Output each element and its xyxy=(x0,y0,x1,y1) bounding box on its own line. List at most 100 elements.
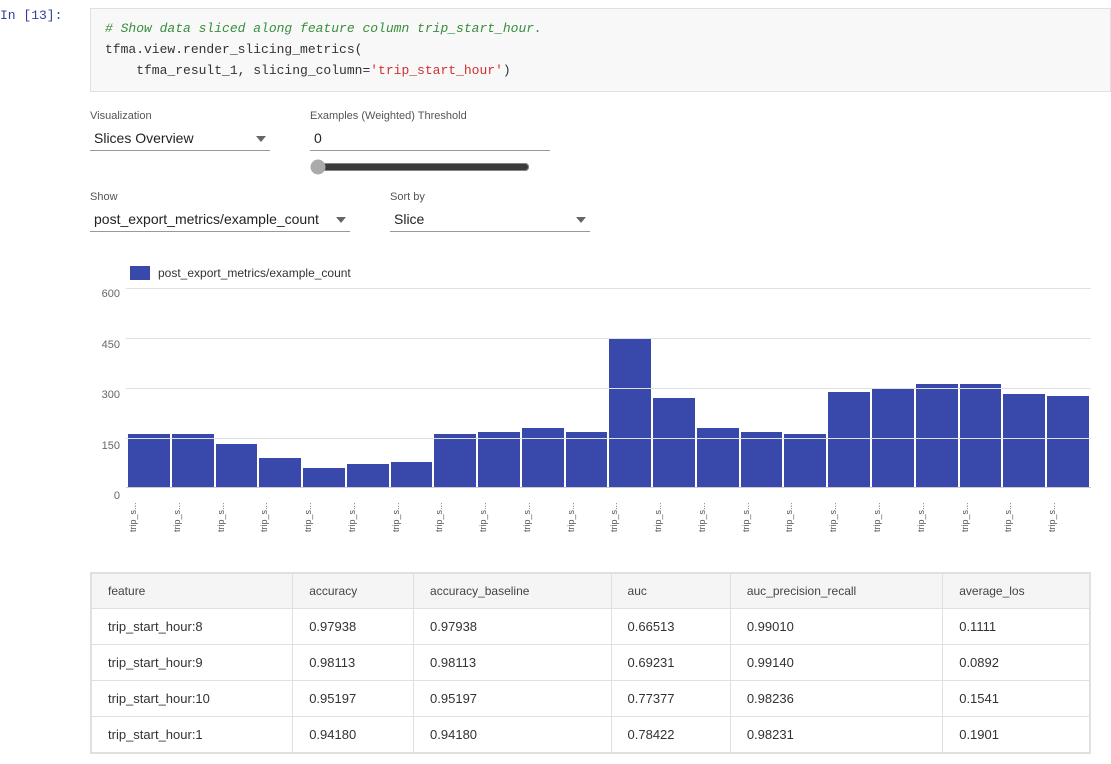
bar-11 xyxy=(609,338,651,487)
cell-auc-3: 0.78422 xyxy=(611,717,730,753)
x-label-20: trip_s... xyxy=(1003,492,1045,542)
y-axis-450: 450 xyxy=(102,339,120,351)
chart-container: post_export_metrics/example_count 600 45… xyxy=(90,256,1091,552)
cell-accuracy_baseline-2: 0.95197 xyxy=(414,681,611,717)
cell-auc_precision_recall-2: 0.98236 xyxy=(730,681,942,717)
grid-line-450 xyxy=(126,338,1091,339)
cell-accuracy-0: 0.97938 xyxy=(293,609,414,645)
bar-18 xyxy=(916,384,958,487)
table-row: trip_start_hour:90.981130.981130.692310.… xyxy=(92,645,1090,681)
x-label-11: trip_s... xyxy=(609,492,651,542)
table-wrapper: featureaccuracyaccuracy_baselineaucauc_p… xyxy=(90,572,1091,754)
table-row: trip_start_hour:100.951970.951970.773770… xyxy=(92,681,1090,717)
bar-19 xyxy=(960,384,1002,487)
cell-auc_precision_recall-3: 0.98231 xyxy=(730,717,942,753)
col-header-accuracy_baseline: accuracy_baseline xyxy=(414,574,611,609)
bar-3 xyxy=(259,458,301,488)
chart-inner: trip_s...trip_s...trip_s...trip_s...trip… xyxy=(126,288,1091,542)
x-label-3: trip_s... xyxy=(259,492,301,542)
threshold-label: Examples (Weighted) Threshold xyxy=(310,110,550,122)
show-select[interactable]: post_export_metrics/example_count accura… xyxy=(90,207,350,232)
x-label-21: trip_s... xyxy=(1047,492,1089,542)
bar-14 xyxy=(741,432,783,488)
show-dropdown-wrapper[interactable]: post_export_metrics/example_count accura… xyxy=(90,207,350,232)
controls-row-1: Visualization Slices Overview Metrics Hi… xyxy=(90,110,1091,175)
bar-0 xyxy=(128,434,170,488)
cell-auc-1: 0.69231 xyxy=(611,645,730,681)
x-label-10: trip_s... xyxy=(566,492,608,542)
col-header-auc: auc xyxy=(611,574,730,609)
bar-6 xyxy=(391,462,433,488)
bar-16 xyxy=(828,392,870,488)
code-line-3: tfma_result_1, slicing_column='trip_star… xyxy=(105,61,1096,82)
notebook-cell: In [13]: # Show data sliced along featur… xyxy=(0,0,1111,764)
y-axis-0: 0 xyxy=(114,490,120,502)
x-label-17: trip_s... xyxy=(872,492,914,542)
table-row: trip_start_hour:80.979380.979380.665130.… xyxy=(92,609,1090,645)
chart-area: 600 450 300 150 0 trip_s...trip_s...trip… xyxy=(90,288,1091,542)
legend-label: post_export_metrics/example_count xyxy=(158,266,351,280)
visualization-control: Visualization Slices Overview Metrics Hi… xyxy=(90,110,270,151)
code-func2: tfma_result_1, slicing_column= xyxy=(105,63,370,78)
grid-line-600 xyxy=(126,288,1091,289)
table-header-row: featureaccuracyaccuracy_baselineaucauc_p… xyxy=(92,574,1090,609)
cell-feature-0: trip_start_hour:8 xyxy=(92,609,293,645)
x-label-18: trip_s... xyxy=(916,492,958,542)
x-label-9: trip_s... xyxy=(522,492,564,542)
bar-10 xyxy=(566,432,608,488)
visualization-select[interactable]: Slices Overview Metrics Histogram xyxy=(90,126,270,151)
cell-feature-2: trip_start_hour:10 xyxy=(92,681,293,717)
cell-accuracy_baseline-3: 0.94180 xyxy=(414,717,611,753)
bar-20 xyxy=(1003,394,1045,488)
code-paren: ) xyxy=(503,63,511,78)
cell-average_los-1: 0.0892 xyxy=(943,645,1090,681)
x-label-0: trip_s... xyxy=(128,492,170,542)
sortby-select[interactable]: Slice Value xyxy=(390,207,590,232)
data-table: featureaccuracyaccuracy_baselineaucauc_p… xyxy=(91,573,1090,753)
x-label-19: trip_s... xyxy=(960,492,1002,542)
cell-output: Visualization Slices Overview Metrics Hi… xyxy=(0,100,1111,764)
cell-auc-0: 0.66513 xyxy=(611,609,730,645)
x-label-14: trip_s... xyxy=(741,492,783,542)
x-label-6: trip_s... xyxy=(391,492,433,542)
visualization-label: Visualization xyxy=(90,110,270,122)
bar-4 xyxy=(303,468,345,488)
bar-5 xyxy=(347,464,389,488)
chart-bars-wrapper xyxy=(126,288,1091,488)
bar-7 xyxy=(434,434,476,488)
chart-legend: post_export_metrics/example_count xyxy=(130,266,1091,280)
cell-label: In [13]: xyxy=(0,8,90,23)
code-line-1: # Show data sliced along feature column … xyxy=(105,19,1096,40)
col-header-auc_precision_recall: auc_precision_recall xyxy=(730,574,942,609)
col-header-accuracy: accuracy xyxy=(293,574,414,609)
cell-average_los-0: 0.1111 xyxy=(943,609,1090,645)
code-comment: # Show data sliced along feature column … xyxy=(105,21,542,36)
cell-average_los-3: 0.1901 xyxy=(943,717,1090,753)
threshold-slider[interactable] xyxy=(310,159,530,175)
x-label-7: trip_s... xyxy=(434,492,476,542)
table-body: trip_start_hour:80.979380.979380.665130.… xyxy=(92,609,1090,753)
x-label-12: trip_s... xyxy=(653,492,695,542)
cell-average_los-2: 0.1541 xyxy=(943,681,1090,717)
cell-feature-3: trip_start_hour:1 xyxy=(92,717,293,753)
threshold-input[interactable] xyxy=(310,126,550,151)
bar-2 xyxy=(216,444,258,488)
x-label-15: trip_s... xyxy=(784,492,826,542)
x-axis-labels: trip_s...trip_s...trip_s...trip_s...trip… xyxy=(126,492,1091,542)
table-header: featureaccuracyaccuracy_baselineaucauc_p… xyxy=(92,574,1090,609)
sortby-dropdown-wrapper[interactable]: Slice Value xyxy=(390,207,590,232)
sortby-label: Sort by xyxy=(390,191,590,203)
visualization-dropdown-wrapper[interactable]: Slices Overview Metrics Histogram xyxy=(90,126,270,151)
y-axis: 600 450 300 150 0 xyxy=(90,288,126,542)
code-block: # Show data sliced along feature column … xyxy=(90,8,1111,92)
bar-1 xyxy=(172,434,214,488)
cell-accuracy_baseline-0: 0.97938 xyxy=(414,609,611,645)
cell-accuracy-1: 0.98113 xyxy=(293,645,414,681)
x-label-8: trip_s... xyxy=(478,492,520,542)
cell-accuracy-3: 0.94180 xyxy=(293,717,414,753)
y-axis-300: 300 xyxy=(102,389,120,401)
cell-auc_precision_recall-0: 0.99010 xyxy=(730,609,942,645)
bar-15 xyxy=(784,434,826,488)
cell-auc_precision_recall-1: 0.99140 xyxy=(730,645,942,681)
cell-auc-2: 0.77377 xyxy=(611,681,730,717)
